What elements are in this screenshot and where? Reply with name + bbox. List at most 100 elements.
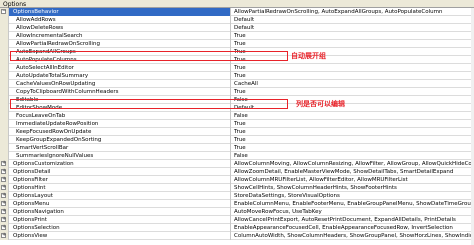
- property-row[interactable]: AllowIncrementalSearch True: [0, 32, 474, 40]
- row-gutter: [0, 144, 9, 152]
- property-value[interactable]: CacheAll: [234, 80, 472, 88]
- property-value[interactable]: AllowZoomDetail, EnableMasterViewMode, S…: [234, 168, 472, 176]
- expand-icon[interactable]: +: [1, 225, 6, 230]
- property-name: AllowAddRows: [16, 17, 56, 23]
- property-value[interactable]: Default: [234, 24, 472, 32]
- expand-icon[interactable]: +: [1, 201, 6, 206]
- property-row[interactable]: KeepGroupExpandedOnSorting True: [0, 136, 474, 144]
- column-separator[interactable]: [230, 120, 231, 128]
- column-separator[interactable]: [230, 8, 231, 16]
- row-gutter: +: [0, 168, 9, 176]
- column-separator[interactable]: [230, 136, 231, 144]
- row-gutter: +: [0, 192, 9, 200]
- property-value[interactable]: True: [234, 120, 472, 128]
- expand-icon[interactable]: +: [1, 217, 6, 222]
- property-group-row[interactable]: + OptionsLayout StoreDataSettings, StoreVi…: [0, 192, 474, 200]
- property-value[interactable]: True: [234, 136, 472, 144]
- property-value[interactable]: ShowCellHints, ShowColumnHeaderHints, Sh…: [234, 184, 472, 192]
- property-row[interactable]: AllowAddRows Default: [0, 16, 474, 24]
- row-gutter: [0, 72, 9, 80]
- property-row[interactable]: CacheValuesOnRowUpdating CacheAll: [0, 80, 474, 88]
- property-value[interactable]: ColumnAutoWidth, ShowColumnHeaders, Show…: [234, 232, 472, 240]
- property-row[interactable]: ImmediateUpdateRowPosition True: [0, 120, 474, 128]
- column-separator[interactable]: [230, 152, 231, 160]
- property-value[interactable]: EnableAppearanceFocusedCell, EnableAppea…: [234, 224, 472, 232]
- column-separator[interactable]: [230, 208, 231, 216]
- column-separator[interactable]: [230, 40, 231, 48]
- property-group-row[interactable]: + OptionsHint ShowCellHints, ShowColumnHea…: [0, 184, 474, 192]
- column-separator[interactable]: [230, 32, 231, 40]
- column-separator[interactable]: [230, 64, 231, 72]
- property-value[interactable]: AllowColumnMRUFilterList, AllowFilterEdi…: [234, 176, 472, 184]
- property-value[interactable]: True: [234, 64, 472, 72]
- property-row[interactable]: AutoSelectAllInEditor True: [0, 64, 474, 72]
- highlight-auto-expand: [10, 51, 288, 61]
- property-group-row[interactable]: + OptionsCustomization AllowColumnMoving, …: [0, 160, 474, 168]
- column-separator[interactable]: [230, 176, 231, 184]
- column-separator[interactable]: [230, 112, 231, 120]
- column-separator[interactable]: [230, 216, 231, 224]
- property-group-row[interactable]: + OptionsSelection EnableAppearanceFocused…: [0, 224, 474, 232]
- property-group-row[interactable]: + OptionsFilter AllowColumnMRUFilterList, …: [0, 176, 474, 184]
- property-group-row[interactable]: + OptionsView ColumnAutoWidth, ShowColumnH…: [0, 232, 474, 240]
- property-name: SummariesIgnoreNullValues: [16, 153, 94, 159]
- property-value[interactable]: AllowCancelPrintExport, AutoResetPrintDo…: [234, 216, 472, 224]
- column-separator[interactable]: [230, 168, 231, 176]
- column-separator[interactable]: [230, 16, 231, 24]
- column-separator[interactable]: [230, 24, 231, 32]
- column-separator[interactable]: [230, 80, 231, 88]
- expand-icon[interactable]: +: [1, 177, 6, 182]
- property-value[interactable]: Default: [234, 16, 472, 24]
- column-separator[interactable]: [230, 200, 231, 208]
- property-group-row[interactable]: + OptionsMenu EnableColumnMenu, EnableFoot…: [0, 200, 474, 208]
- property-group-row[interactable]: − OptionsBehavior AllowPartialRedrawOnScro…: [0, 8, 474, 16]
- property-value[interactable]: EnableColumnMenu, EnableFooterMenu, Enab…: [234, 200, 472, 208]
- property-row[interactable]: AllowPartialRedrawOnScrolling True: [0, 40, 474, 48]
- property-value[interactable]: AllowColumnMoving, AllowColumnResizing, …: [234, 160, 472, 168]
- expand-icon[interactable]: +: [1, 193, 6, 198]
- column-separator[interactable]: [230, 192, 231, 200]
- column-separator[interactable]: [230, 184, 231, 192]
- property-value[interactable]: True: [234, 88, 472, 96]
- property-group-row[interactable]: + OptionsDetail AllowZoomDetail, EnableMas…: [0, 168, 474, 176]
- column-separator[interactable]: [230, 224, 231, 232]
- property-row[interactable]: CopyToClipboardWithColumnHeaders True: [0, 88, 474, 96]
- property-value[interactable]: False: [234, 112, 472, 120]
- property-value[interactable]: AutoMoveRowFocus, UseTabKey: [234, 208, 472, 216]
- property-value[interactable]: True: [234, 128, 472, 136]
- column-separator[interactable]: [230, 144, 231, 152]
- property-group-row[interactable]: + OptionsPrint AllowCancelPrintExport, Aut…: [0, 216, 474, 224]
- property-group-row[interactable]: + OptionsNavigation AutoMoveRowFocus, UseT…: [0, 208, 474, 216]
- row-gutter: [0, 112, 9, 120]
- row-gutter: +: [0, 160, 9, 168]
- column-separator[interactable]: [230, 128, 231, 136]
- property-row[interactable]: SmartVertScrollBar True: [0, 144, 474, 152]
- column-separator[interactable]: [230, 160, 231, 168]
- property-value[interactable]: True: [234, 40, 472, 48]
- column-separator[interactable]: [230, 232, 231, 240]
- column-separator[interactable]: [230, 88, 231, 96]
- property-row[interactable]: AutoUpdateTotalSummary True: [0, 72, 474, 80]
- row-gutter: [0, 88, 9, 96]
- row-gutter: +: [0, 200, 9, 208]
- collapse-icon[interactable]: −: [1, 9, 6, 14]
- property-value[interactable]: True: [234, 144, 472, 152]
- expand-icon[interactable]: +: [1, 161, 6, 166]
- property-value[interactable]: StoreDataSettings, StoreVisualOptions: [234, 192, 472, 200]
- property-row[interactable]: SummariesIgnoreNullValues False: [0, 152, 474, 160]
- property-grid[interactable]: − OptionsBehavior AllowPartialRedrawOnScro…: [0, 8, 474, 245]
- expand-icon[interactable]: +: [1, 185, 6, 190]
- property-row[interactable]: AllowDeleteRows Default: [0, 24, 474, 32]
- property-name: AllowIncrementalSearch: [16, 33, 83, 39]
- property-value[interactable]: True: [234, 72, 472, 80]
- expand-icon[interactable]: +: [1, 233, 6, 238]
- property-value[interactable]: AllowPartialRedrawOnScrolling, AutoExpan…: [234, 8, 472, 16]
- property-row[interactable]: FocusLeaveOnTab False: [0, 112, 474, 120]
- property-value[interactable]: False: [234, 152, 472, 160]
- property-row[interactable]: KeepFocusedRowOnUpdate True: [0, 128, 474, 136]
- expand-icon[interactable]: +: [1, 169, 6, 174]
- expand-icon[interactable]: +: [1, 209, 6, 214]
- property-value[interactable]: True: [234, 32, 472, 40]
- column-separator[interactable]: [230, 72, 231, 80]
- property-name: OptionsNavigation: [13, 209, 64, 215]
